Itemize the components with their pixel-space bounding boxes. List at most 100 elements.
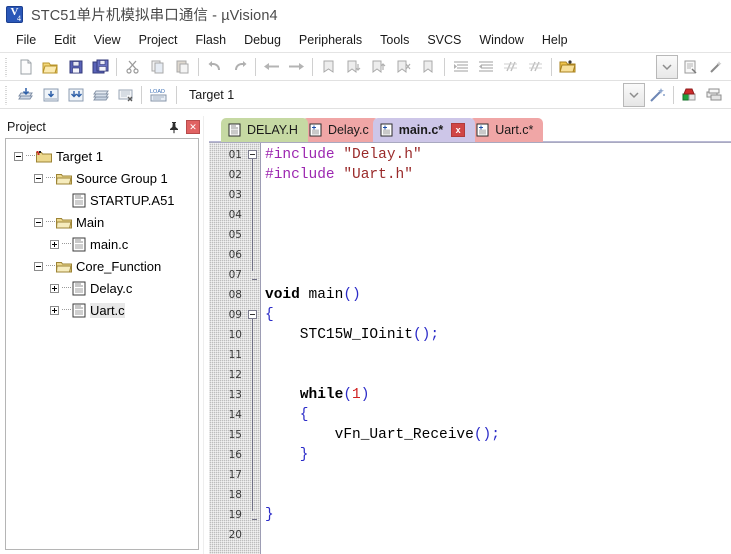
expand-toggle-icon[interactable] xyxy=(34,261,43,271)
cut-button[interactable] xyxy=(120,55,145,79)
copy-button[interactable] xyxy=(145,55,170,79)
line-number: 05 xyxy=(228,229,242,241)
save-all-button[interactable] xyxy=(88,55,113,79)
tree-item-source-group-1[interactable]: Source Group 1 xyxy=(6,167,198,189)
bookmark-extra-button[interactable] xyxy=(416,55,441,79)
menu-help[interactable]: Help xyxy=(533,31,577,49)
comment-lines-button[interactable] xyxy=(498,55,523,79)
pin-icon[interactable] xyxy=(166,119,182,135)
tree-item-main-c[interactable]: main.c xyxy=(6,233,198,255)
expand-toggle-icon[interactable] xyxy=(50,283,59,293)
tab-delay-h[interactable]: DELAY.H xyxy=(221,118,308,142)
save-button[interactable] xyxy=(63,55,88,79)
menu-file[interactable]: File xyxy=(7,31,45,49)
download-to-flash-button[interactable]: LOAD xyxy=(145,83,173,107)
expand-toggle-icon[interactable] xyxy=(34,173,43,183)
bookmark-next-button[interactable] xyxy=(341,55,366,79)
magic-wand-button[interactable] xyxy=(703,55,728,79)
tree-item-label: Core_Function xyxy=(76,258,162,274)
menu-debug[interactable]: Debug xyxy=(235,31,290,49)
c-file-icon xyxy=(72,281,86,295)
tree-item-startup-a51[interactable]: STARTUP.A51 xyxy=(6,189,198,211)
tree-connector xyxy=(62,309,71,311)
line-number: 19 xyxy=(228,509,242,521)
code-folding-column[interactable] xyxy=(247,143,261,554)
code-token: #include xyxy=(265,167,344,183)
line-number: 01 xyxy=(228,149,242,161)
code-editor[interactable]: 01 02 03 04 05 06 07 08 09 10 11 12 13 14 15 16 17 18 19 20… xyxy=(209,142,731,554)
tab-uart-c[interactable]: Uart.c* xyxy=(469,118,544,142)
tab-main-c[interactable]: main.c* x xyxy=(372,118,476,142)
fold-collapse-icon[interactable] xyxy=(248,310,257,319)
code-line: while(1) xyxy=(265,385,370,405)
navigate-back-button[interactable] xyxy=(259,55,284,79)
tab-close-button[interactable]: x xyxy=(451,123,466,137)
build-magic-wand-button[interactable] xyxy=(645,83,670,107)
build-target-button[interactable] xyxy=(38,83,63,107)
tree-connector xyxy=(46,265,55,267)
menu-flash[interactable]: Flash xyxy=(186,31,235,49)
bookmark-toggle-button[interactable] xyxy=(316,55,341,79)
code-token: () xyxy=(343,287,361,303)
target-dropdown-button[interactable] xyxy=(623,82,645,107)
tree-item-target-1[interactable]: Target 1 xyxy=(6,145,198,167)
translate-file-button[interactable] xyxy=(13,83,38,107)
menu-svcs[interactable]: SVCS xyxy=(418,31,470,49)
tab-delay-c[interactable]: Delay.c xyxy=(301,118,379,142)
paste-button[interactable] xyxy=(170,55,195,79)
redo-button[interactable] xyxy=(227,55,252,79)
menu-project[interactable]: Project xyxy=(130,31,187,49)
folder-icon xyxy=(56,173,72,184)
code-token: 1 xyxy=(352,387,361,403)
indent-increase-button[interactable] xyxy=(448,55,473,79)
tree-connector xyxy=(26,155,35,157)
c-file-icon xyxy=(380,123,393,137)
close-panel-button[interactable]: ✕ xyxy=(185,119,201,135)
tree-item-main-folder[interactable]: Main xyxy=(6,211,198,233)
rebuild-all-button[interactable] xyxy=(63,83,88,107)
toolbar-dropdown-button[interactable] xyxy=(656,54,678,79)
menu-view[interactable]: View xyxy=(85,31,130,49)
fold-collapse-icon[interactable] xyxy=(248,150,257,159)
menu-edit[interactable]: Edit xyxy=(45,31,85,49)
target-folder-icon xyxy=(36,150,52,162)
new-file-button[interactable] xyxy=(13,55,38,79)
bookmark-clear-button[interactable] xyxy=(391,55,416,79)
indent-decrease-button[interactable] xyxy=(473,55,498,79)
navigate-forward-button[interactable] xyxy=(284,55,309,79)
open-folder-yellow-button[interactable] xyxy=(555,55,580,79)
fold-range-line xyxy=(252,319,253,511)
expand-toggle-icon[interactable] xyxy=(50,305,59,315)
manage-components-button[interactable] xyxy=(702,83,727,107)
menu-peripherals[interactable]: Peripherals xyxy=(290,31,371,49)
expand-toggle-icon[interactable] xyxy=(34,217,43,227)
code-token: } xyxy=(265,507,274,523)
open-file-button[interactable] xyxy=(38,55,63,79)
project-tree[interactable]: Target 1 Source Group 1 STARTUP.A51 Main… xyxy=(5,138,199,550)
code-line: { xyxy=(265,305,274,325)
expand-toggle-icon[interactable] xyxy=(14,151,23,161)
toolbar-separator xyxy=(198,57,199,76)
toolbar-grip[interactable] xyxy=(3,56,11,77)
configure-target-button[interactable] xyxy=(678,55,703,79)
tree-item-delay-c[interactable]: Delay.c xyxy=(6,277,198,299)
code-line: void main() xyxy=(265,285,361,305)
stop-build-button[interactable] xyxy=(113,83,138,107)
editor-tabstrip: DELAY.H Delay.c main.c* x Uart.c* xyxy=(209,116,731,142)
code-text-area[interactable]: #include "Delay.h" #include "Uart.h" void … xyxy=(261,143,731,554)
expand-toggle-icon[interactable] xyxy=(50,239,59,249)
menu-tools[interactable]: Tools xyxy=(371,31,418,49)
batch-build-button[interactable] xyxy=(88,83,113,107)
tree-item-uart-c[interactable]: Uart.c xyxy=(6,299,198,321)
tree-connector xyxy=(46,177,55,179)
bookmark-prev-button[interactable] xyxy=(366,55,391,79)
menu-window[interactable]: Window xyxy=(470,31,532,49)
toolbar-grip[interactable] xyxy=(3,84,11,105)
tree-item-label: Delay.c xyxy=(90,280,133,296)
target-options-button[interactable] xyxy=(677,83,702,107)
undo-button[interactable] xyxy=(202,55,227,79)
tree-item-label: Main xyxy=(76,214,105,230)
tree-item-core-function-folder[interactable]: Core_Function xyxy=(6,255,198,277)
uncomment-lines-button[interactable] xyxy=(523,55,548,79)
header-file-icon xyxy=(228,123,241,137)
